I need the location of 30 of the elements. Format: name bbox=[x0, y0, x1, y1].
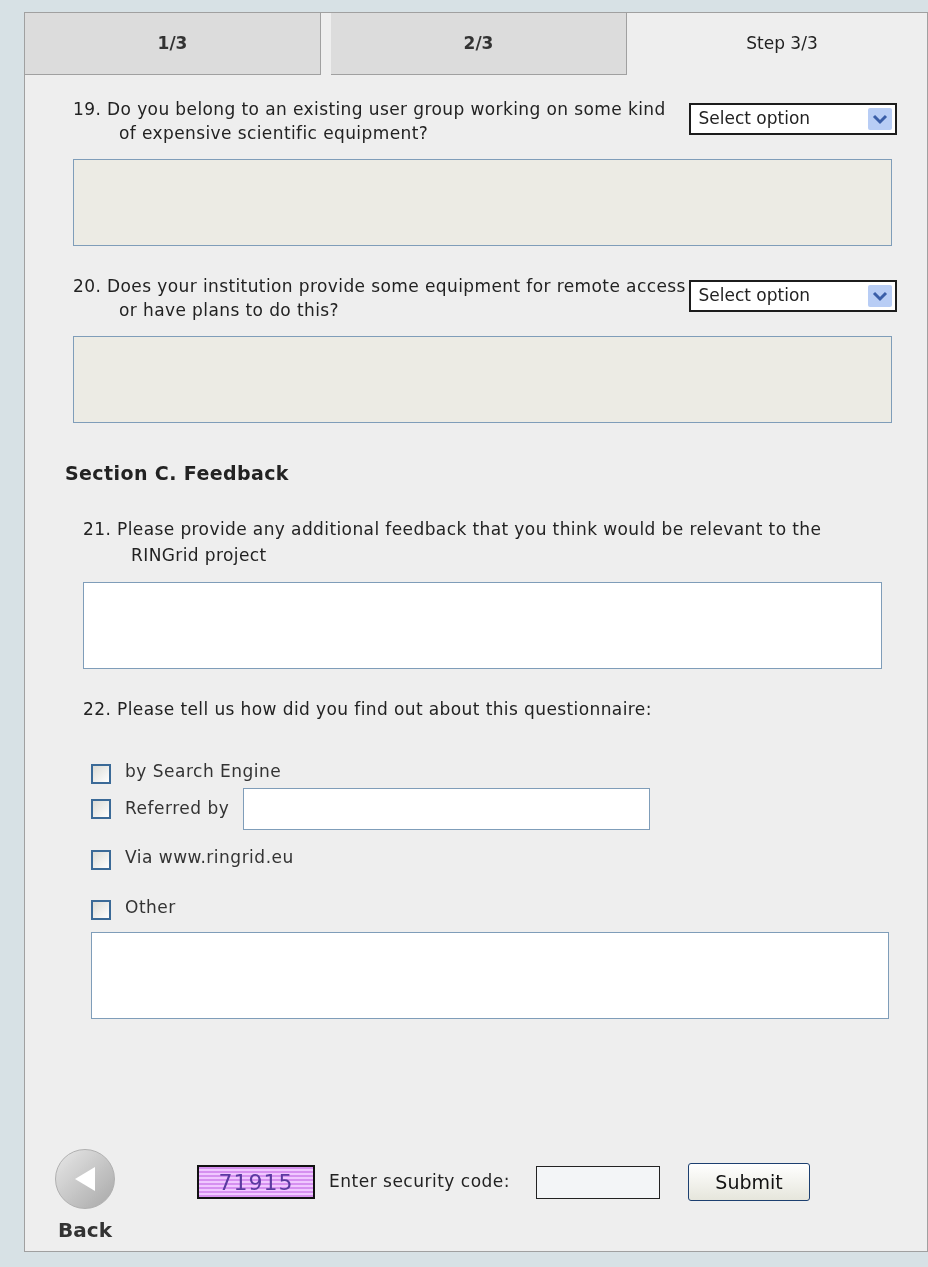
section-heading: Section C. Feedback bbox=[65, 461, 290, 486]
checkbox[interactable] bbox=[91, 764, 111, 784]
option-label: Via www.ringrid.eu bbox=[125, 845, 294, 869]
chevron-down-icon bbox=[868, 108, 892, 130]
answer-textarea[interactable] bbox=[73, 159, 892, 246]
answer-textarea[interactable] bbox=[73, 336, 892, 423]
security-code-field[interactable] bbox=[536, 1165, 661, 1199]
select-dropdown[interactable]: Select option bbox=[688, 280, 897, 312]
captcha-image: 71915 bbox=[197, 1165, 315, 1199]
feedback-textarea[interactable] bbox=[83, 581, 882, 669]
option-label: by Search Engine bbox=[125, 759, 282, 783]
referrer-field[interactable] bbox=[243, 788, 651, 830]
step-tab[interactable]: 2/3 bbox=[331, 13, 627, 75]
question-text: 22. Please tell us how did you find out about this questionnaire: bbox=[83, 697, 653, 721]
checkbox[interactable] bbox=[91, 850, 111, 870]
left-triangle-icon bbox=[73, 1165, 97, 1193]
option-label: Referred by bbox=[125, 797, 230, 821]
other-textarea[interactable] bbox=[91, 932, 889, 1019]
question-text: 20. Does your institution provide some equipment for remote access or have plans to do this? bbox=[73, 275, 687, 322]
submit-button[interactable]: Submit bbox=[688, 1163, 811, 1201]
select-dropdown[interactable]: Select option bbox=[688, 103, 897, 135]
question-text: 19. Do you belong to an existing user group working on some kind of expensive scientific equipment? bbox=[73, 98, 667, 145]
security-code-label: Enter security code: bbox=[329, 1170, 511, 1194]
chevron-down-icon bbox=[868, 285, 892, 307]
back-label: Back bbox=[58, 1217, 112, 1244]
checkbox[interactable] bbox=[91, 900, 111, 920]
option-label: Other bbox=[125, 895, 176, 919]
checkbox[interactable] bbox=[91, 799, 111, 819]
question-text: 21. Please provide any additional feedback that you think would be relevant to the RINGrid project bbox=[83, 517, 823, 567]
step-tab[interactable]: 1/3 bbox=[25, 13, 321, 75]
